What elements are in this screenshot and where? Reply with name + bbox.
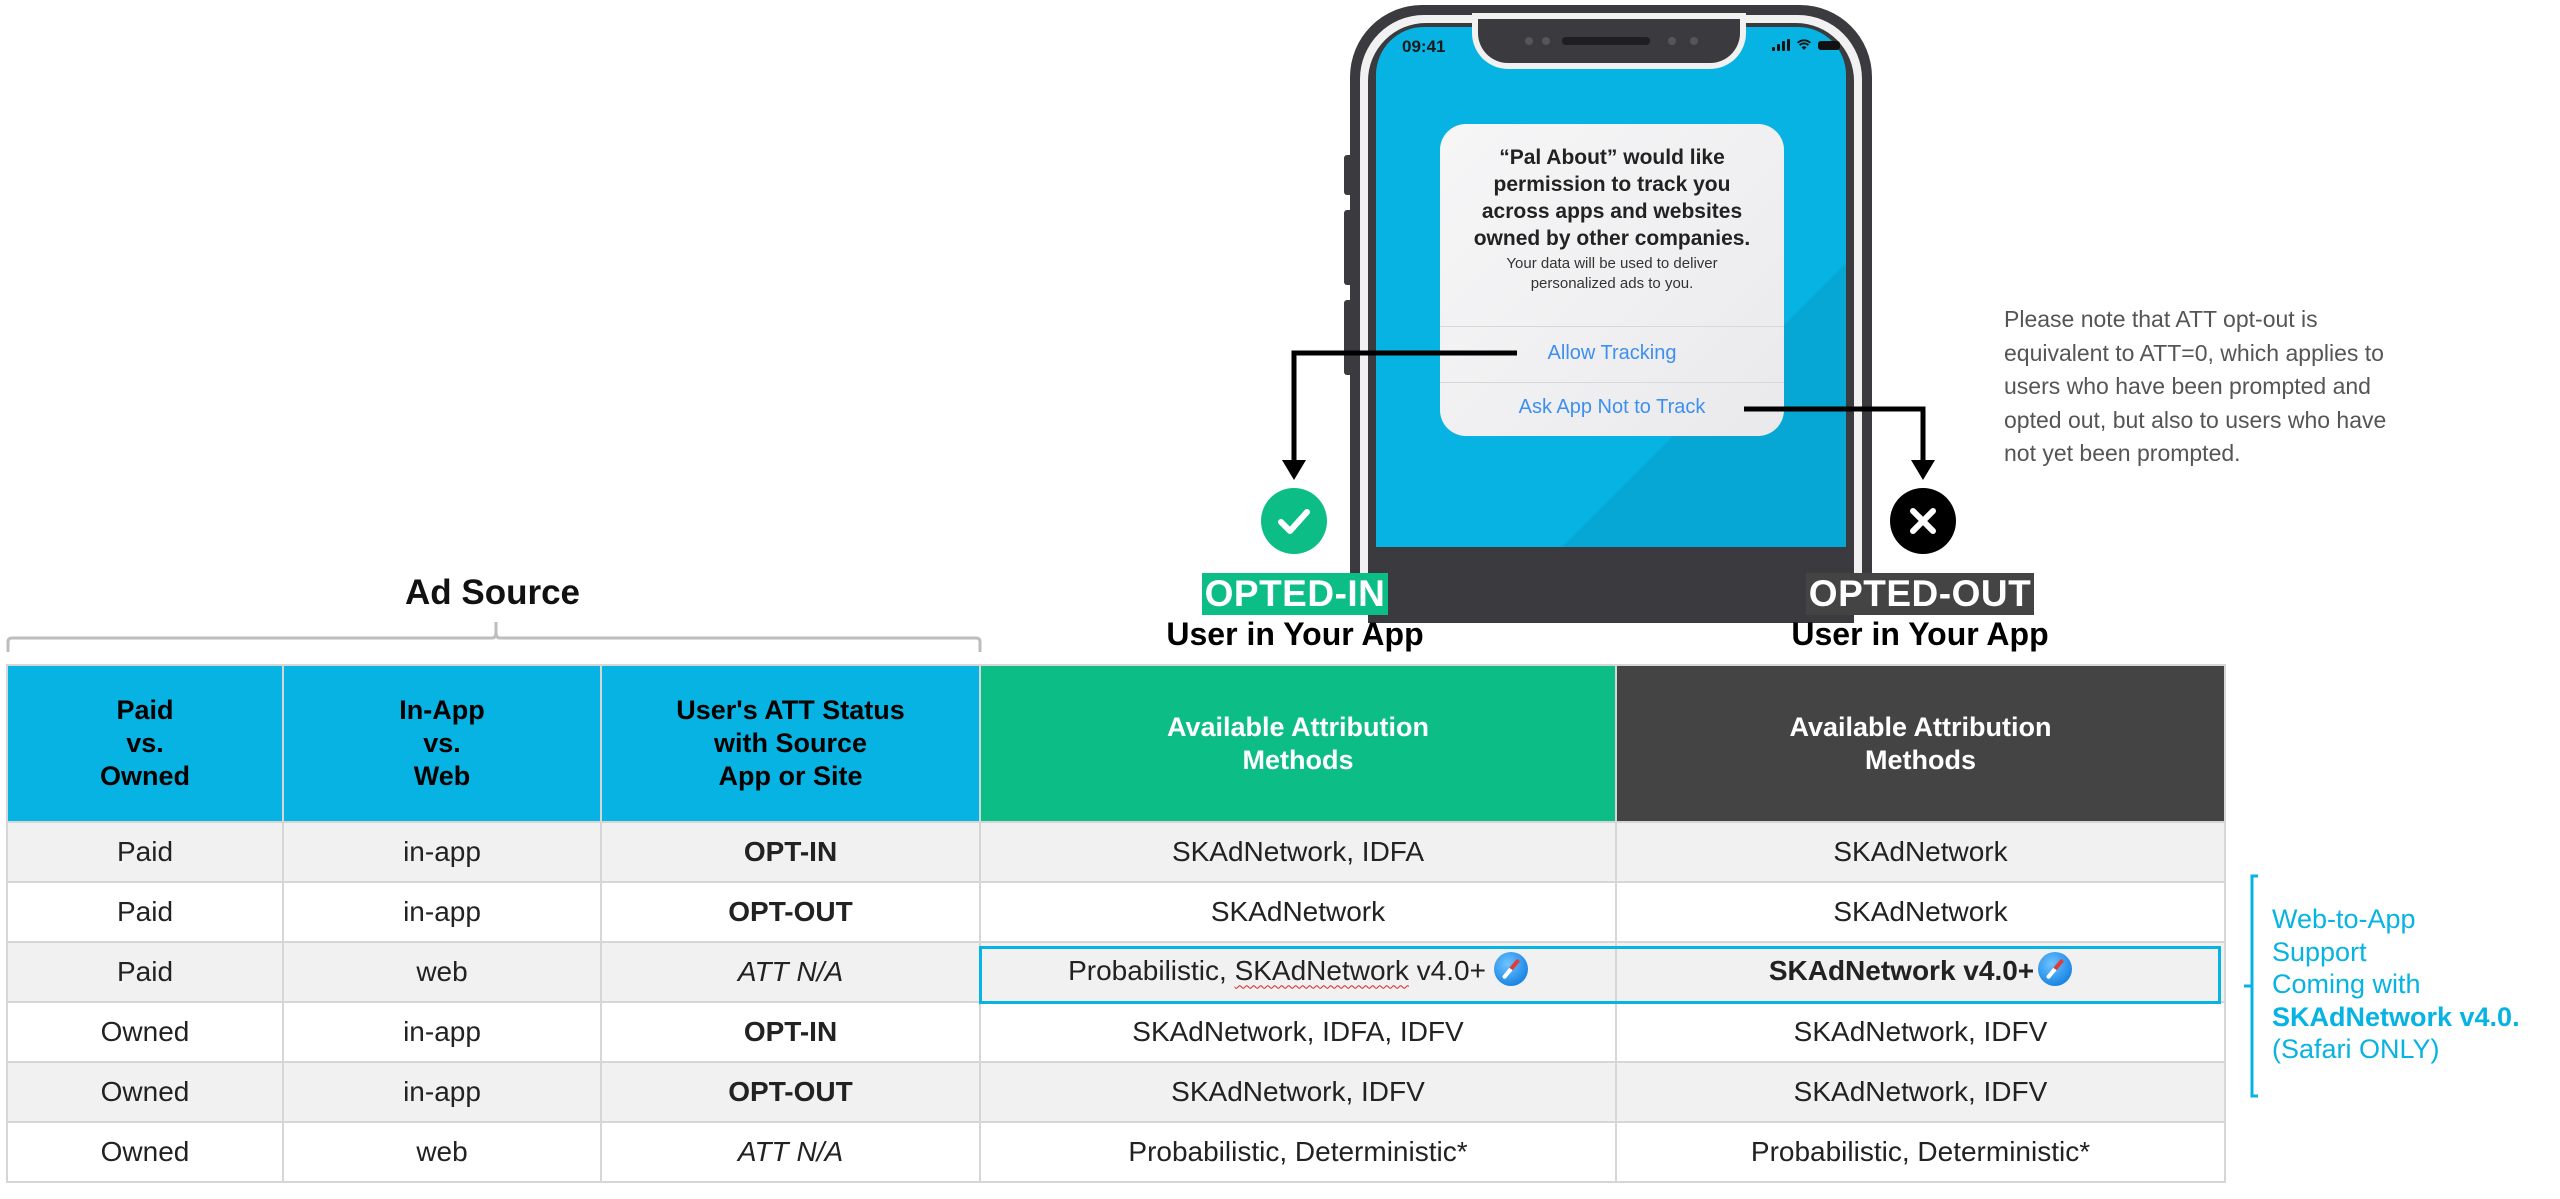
cell-opted-in-methods: SKAdNetwork, IDFA, IDFV [979, 1001, 1617, 1063]
cell-opted-out-methods: SKAdNetwork, IDFV [1615, 1061, 2226, 1123]
cell-type: Owned [6, 1121, 284, 1183]
opted-in-heading: OPTED-IN User in Your App [1040, 573, 1550, 653]
header-opted-out-methods: Available Attribution Methods [1615, 664, 2226, 823]
header-opted-in-methods: Available Attribution Methods [979, 664, 1617, 823]
cell-opted-in-methods: Probabilistic, SKAdNetwork v4.0+ [979, 941, 1617, 1003]
spellcheck-flagged-word: SKAdNetwork [1234, 954, 1409, 986]
callout-bracket [2244, 874, 2258, 1098]
cell-channel: in-app [282, 1061, 602, 1123]
table-row: Paid in-app OPT-IN SKAdNetwork, IDFA SKA… [6, 821, 2226, 883]
cell-opted-in-methods: Probabilistic, Deterministic* [979, 1121, 1617, 1183]
cell-opted-out-methods: SKAdNetwork v4.0+ [1615, 941, 2226, 1003]
cell-opted-out-methods: SKAdNetwork [1615, 881, 2226, 943]
cell-att-status: ATT N/A [600, 941, 981, 1003]
opted-out-pill: OPTED-OUT [1805, 573, 2035, 615]
table-row: Owned in-app OPT-OUT SKAdNetwork, IDFV S… [6, 1061, 2226, 1123]
x-icon [1910, 508, 1936, 534]
safari-compass-icon [1493, 952, 1528, 987]
cell-opted-in-methods: SKAdNetwork [979, 881, 1617, 943]
opted-out-badge [1890, 488, 1956, 554]
cell-att-status: OPT-IN [600, 821, 981, 883]
opted-out-heading: OPTED-OUT User in Your App [1665, 573, 2175, 653]
safari-compass-icon [2038, 952, 2073, 987]
table-row: Owned web ATT N/A Probabilistic, Determi… [6, 1121, 2226, 1183]
flow-arrows [1282, 350, 1935, 480]
cell-opted-out-methods: SKAdNetwork, IDFV [1615, 1001, 2226, 1063]
cell-att-status: OPT-IN [600, 1001, 981, 1063]
header-paid-vs-owned: Paid vs. Owned [6, 664, 284, 823]
cell-opted-out-methods: Probabilistic, Deterministic* [1615, 1121, 2226, 1183]
att-optout-note: Please note that ATT opt-out is equivale… [2004, 306, 2387, 466]
cell-channel: in-app [282, 1001, 602, 1063]
ad-source-bracket [6, 622, 982, 652]
web-to-app-callout: Web-to-App Support Coming with SKAdNetwo… [2272, 904, 2520, 1064]
opted-in-pill: OPTED-IN [1201, 573, 1389, 615]
cell-opted-in-methods: SKAdNetwork, IDFV [979, 1061, 1617, 1123]
table-row-highlighted: Paid web ATT N/A Probabilistic, SKAdNetw… [6, 941, 2226, 1003]
deny-arrow [1744, 406, 1935, 480]
cell-channel: in-app [282, 881, 602, 943]
cell-type: Owned [6, 1061, 284, 1123]
cell-type: Paid [6, 881, 284, 943]
cell-type: Paid [6, 941, 284, 1003]
opted-in-subtitle: User in Your App [1166, 616, 1424, 652]
cell-opted-out-methods: SKAdNetwork [1615, 821, 2226, 883]
cell-channel: web [282, 1121, 602, 1183]
attribution-table: Paid vs. Owned In-App vs. Web User's ATT Sta… [6, 664, 2226, 1183]
opted-out-subtitle: User in Your App [1791, 616, 2049, 652]
cell-att-status: OPT-OUT [600, 881, 981, 943]
cell-type: Paid [6, 821, 284, 883]
allow-arrow [1282, 350, 1517, 480]
checkmark-icon [1278, 509, 1310, 534]
opted-in-badge [1261, 488, 1327, 554]
table-header-row: Paid vs. Owned In-App vs. Web User's ATT Sta… [6, 664, 2226, 823]
header-inapp-vs-web: In-App vs. Web [282, 664, 602, 823]
table-row: Paid in-app OPT-OUT SKAdNetwork SKAdNetw… [6, 881, 2226, 943]
ad-source-title: Ad Source [404, 573, 581, 612]
table-row: Owned in-app OPT-IN SKAdNetwork, IDFA, I… [6, 1001, 2226, 1063]
cell-opted-in-methods: SKAdNetwork, IDFA [979, 821, 1617, 883]
cell-channel: in-app [282, 821, 602, 883]
callout-bold-version: SKAdNetwork v4.0. [2272, 1001, 2520, 1032]
cell-channel: web [282, 941, 602, 1003]
cell-type: Owned [6, 1001, 284, 1063]
cell-att-status: ATT N/A [600, 1121, 981, 1183]
cell-att-status: OPT-OUT [600, 1061, 981, 1123]
header-att-status: User's ATT Status with Source App or Site [600, 664, 981, 823]
